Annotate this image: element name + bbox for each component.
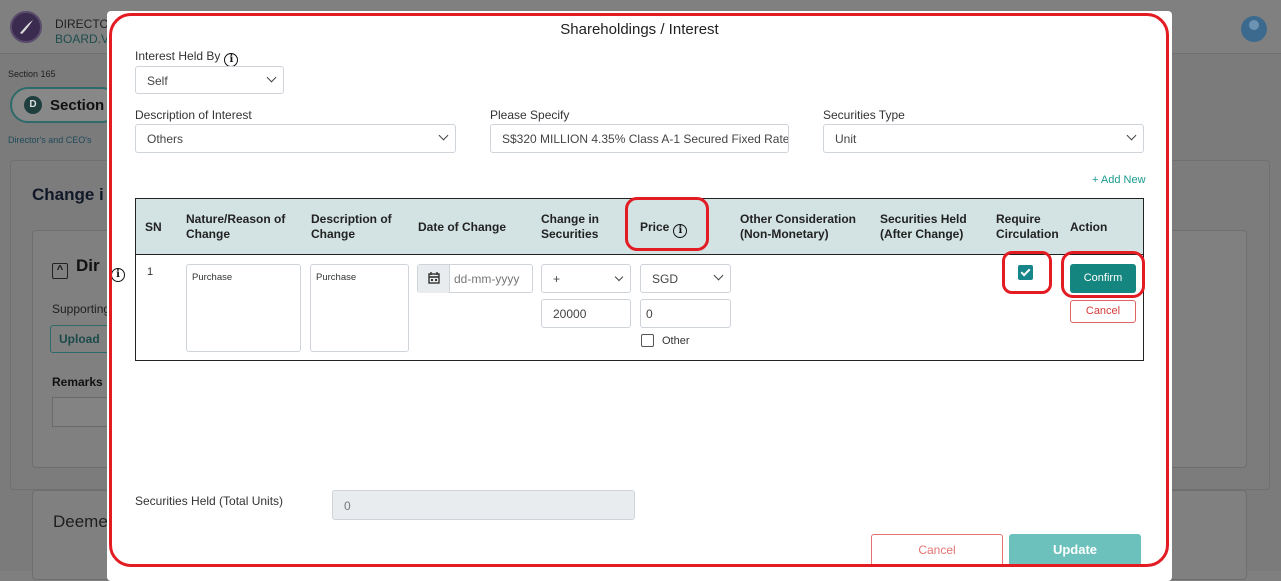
securities-held-total-input: 0	[332, 490, 635, 520]
interest-held-by-value: Self	[147, 74, 168, 88]
section-letter-icon: D	[24, 96, 42, 114]
description-of-interest-value: Others	[147, 132, 184, 146]
date-placeholder: dd-mm-yyyy	[454, 272, 520, 286]
col-description-line2: Change	[311, 227, 356, 241]
col-nature-line2: Change	[186, 227, 231, 241]
price-info-icon[interactable]: i	[673, 224, 688, 238]
securities-type-label: Securities Type	[823, 108, 905, 122]
collapse-toggle-icon[interactable]: ^	[52, 263, 68, 279]
user-avatar-icon[interactable]	[1241, 16, 1267, 42]
nature-textarea[interactable]: Purchase	[186, 264, 301, 352]
row-info-icon[interactable]: i	[111, 268, 125, 282]
changes-table: SN Nature/Reason of Change Description of…	[135, 198, 1144, 361]
remarks-label: Remarks	[52, 375, 103, 389]
info-icon[interactable]: i	[224, 53, 239, 67]
app-title: DIRECTO	[55, 17, 109, 31]
table-header: SN Nature/Reason of Change Description of…	[136, 199, 1143, 255]
chevron-down-icon	[438, 130, 449, 141]
section-pill-label: Section	[50, 97, 105, 114]
col-other-line2: (Non-Monetary)	[740, 227, 829, 241]
shareholdings-modal: Shareholdings / Interest Interest Held B…	[107, 11, 1172, 581]
card-title: Change i	[32, 185, 104, 204]
col-other-line1: Other Consideration	[740, 212, 857, 226]
col-require-circulation: Require Circulation	[996, 212, 1059, 242]
interest-held-by-label: Interest Held By i	[135, 49, 239, 67]
col-price: Price i	[640, 220, 688, 238]
col-nature: Nature/Reason of Change	[186, 212, 285, 242]
currency-value: SGD	[652, 272, 679, 286]
other-label: Other	[662, 335, 690, 347]
supporting-label: Supporting	[52, 302, 111, 316]
securities-type-select[interactable]: Unit	[823, 124, 1144, 153]
change-sign-select[interactable]: +	[541, 264, 631, 293]
securities-type-value: Unit	[835, 132, 857, 146]
breadcrumb[interactable]: Director's and CEO's	[8, 135, 91, 145]
deemed-title: Deeme	[53, 512, 108, 531]
chevron-down-icon	[1126, 130, 1137, 141]
please-specify-label: Please Specify	[490, 108, 570, 122]
update-button[interactable]: Update	[1009, 534, 1141, 566]
interest-held-by-select[interactable]: Self	[135, 66, 284, 94]
section-pill[interactable]: D Section	[10, 87, 120, 123]
chevron-down-icon	[713, 270, 724, 281]
col-change: Change in Securities	[541, 212, 599, 242]
cancel-button[interactable]: Cancel	[871, 534, 1003, 566]
col-change-line2: Securities	[541, 227, 599, 241]
col-price-text: Price	[640, 220, 670, 234]
securities-held-total-label: Securities Held (Total Units)	[135, 494, 284, 508]
other-checkbox[interactable]	[641, 334, 654, 347]
col-date: Date of Change	[418, 220, 507, 234]
col-held-line1: Securities Held	[880, 212, 967, 226]
remarks-input[interactable]	[52, 397, 112, 427]
description-of-interest-label: Description of Interest	[135, 108, 252, 122]
price-input[interactable]: 0	[640, 299, 731, 328]
col-other-consideration: Other Consideration (Non-Monetary)	[740, 212, 856, 242]
col-nature-line1: Nature/Reason of	[186, 212, 286, 226]
col-req-line2: Circulation	[996, 227, 1059, 241]
row-cancel-button[interactable]: Cancel	[1070, 300, 1136, 323]
col-held-line2: (After Change)	[880, 227, 964, 241]
calendar-icon[interactable]	[418, 265, 450, 293]
confirm-button[interactable]: Confirm	[1070, 264, 1136, 293]
app-logo	[10, 11, 42, 43]
modal-title: Shareholdings / Interest	[560, 21, 719, 38]
chevron-down-icon	[266, 72, 277, 83]
col-description: Description of Change	[311, 212, 392, 242]
inner-card-title: ^ Dir	[52, 256, 100, 279]
chevron-down-icon	[614, 272, 624, 282]
change-amount-input[interactable]: 20000	[541, 299, 631, 328]
change-sign-value: +	[553, 272, 561, 286]
section-label: Section 165	[8, 69, 56, 79]
upload-button[interactable]: Upload	[50, 325, 110, 353]
app-subtitle: BOARD.VI	[55, 32, 113, 46]
col-sn: SN	[145, 220, 162, 234]
row-sn: 1	[147, 266, 154, 278]
description-textarea[interactable]: Purchase	[310, 264, 409, 352]
col-description-line1: Description of	[311, 212, 392, 226]
checkmark-icon	[1020, 266, 1031, 277]
require-circulation-checkbox[interactable]	[1018, 265, 1033, 280]
please-specify-input[interactable]: S$320 MILLION 4.35% Class A-1 Secured Fi…	[490, 124, 789, 153]
col-change-line1: Change in	[541, 212, 600, 226]
inner-card-title-text: Dir	[76, 256, 100, 275]
add-new-link[interactable]: + Add New	[1092, 174, 1146, 186]
col-securities-held: Securities Held (After Change)	[880, 212, 967, 242]
col-action: Action	[1070, 220, 1108, 234]
interest-held-by-text: Interest Held By	[135, 49, 221, 63]
date-of-change-input[interactable]: dd-mm-yyyy	[417, 264, 533, 293]
description-of-interest-select[interactable]: Others	[135, 124, 456, 153]
col-req-line1: Require	[996, 212, 1041, 226]
currency-select[interactable]: SGD	[640, 264, 731, 293]
